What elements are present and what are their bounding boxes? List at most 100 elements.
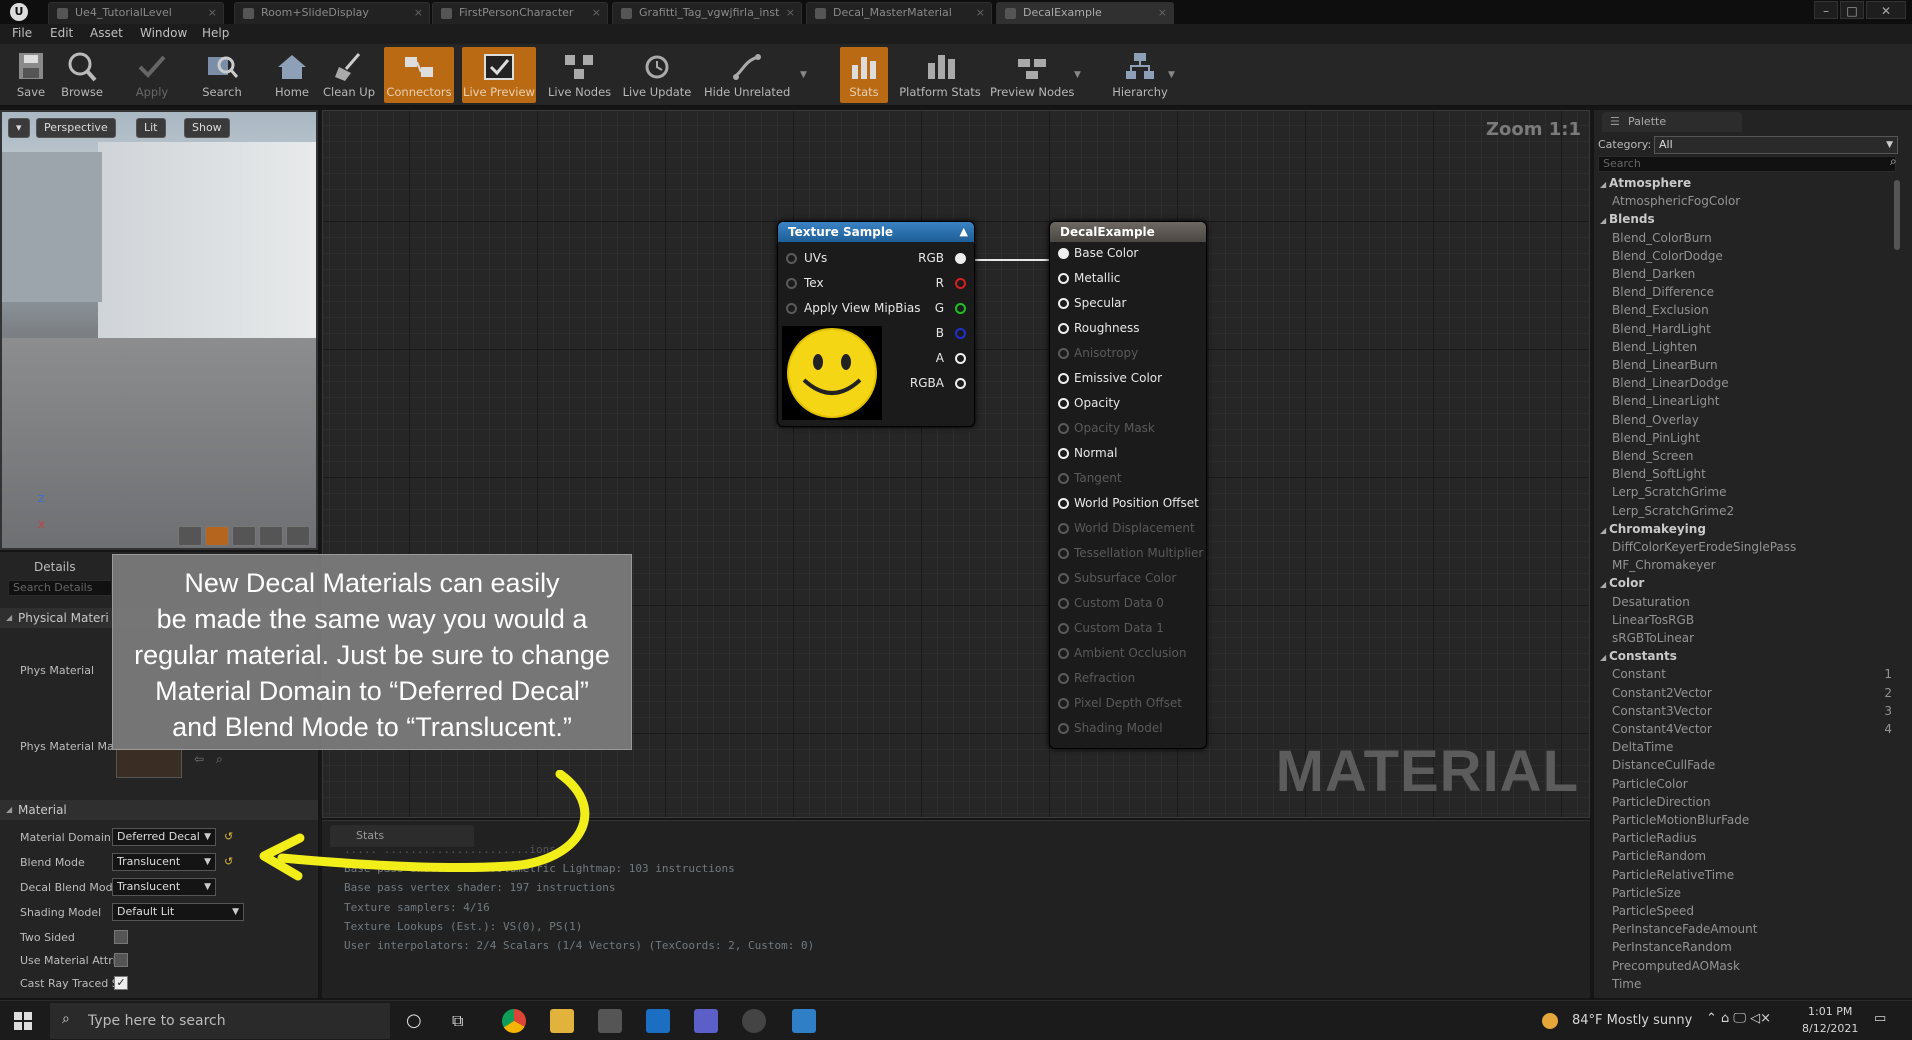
perspective-button[interactable]: Perspective: [36, 118, 116, 138]
cylinder-preview-button[interactable]: [178, 526, 202, 546]
weather-text[interactable]: 84°F Mostly sunny: [1572, 1013, 1692, 1028]
close-icon[interactable]: ×: [414, 3, 423, 23]
close-window-button[interactable]: ✕: [1866, 1, 1906, 19]
hierarchy-dropdown-arrow[interactable]: ▼: [1168, 70, 1175, 80]
result-input-pin[interactable]: [1058, 548, 1069, 559]
use-material-attributes-checkbox[interactable]: [114, 953, 128, 967]
tab-decalexample[interactable]: DecalExample ×: [996, 2, 1174, 24]
details-tab[interactable]: Details: [34, 560, 76, 574]
result-input-pin[interactable]: [1058, 473, 1069, 484]
live-preview-button[interactable]: Live Preview: [462, 47, 536, 103]
palette-item[interactable]: ParticleColor: [1612, 777, 1688, 791]
palette-item[interactable]: Blend_HardLight: [1612, 322, 1711, 336]
b-output-pin[interactable]: [955, 328, 966, 339]
reset-to-default-icon[interactable]: ↺: [224, 830, 233, 843]
result-input-pin[interactable]: [1058, 323, 1069, 334]
lit-button[interactable]: Lit: [136, 118, 166, 138]
palette-category[interactable]: Chromakeying: [1600, 522, 1706, 536]
palette-item[interactable]: Desaturation: [1612, 595, 1690, 609]
result-input-pin[interactable]: [1058, 598, 1069, 609]
tab-ue4-tutoriallevel[interactable]: Ue4_TutorialLevel ×: [48, 2, 224, 24]
taskbar-search-box[interactable]: ⌕ Type here to search: [50, 1003, 390, 1039]
teams-icon[interactable]: [694, 1009, 718, 1033]
palette-category[interactable]: Constants: [1600, 649, 1677, 663]
browse-search-icon[interactable]: ⌕: [216, 752, 223, 767]
collapse-icon[interactable]: ▲: [960, 222, 968, 242]
r-output-pin[interactable]: [955, 278, 966, 289]
unreal-engine-icon[interactable]: [742, 1009, 766, 1033]
result-input-pin[interactable]: [1058, 573, 1069, 584]
palette-item[interactable]: Blend_Lighten: [1612, 340, 1697, 354]
palette-category[interactable]: Color: [1600, 576, 1644, 590]
tab-grafitti-tag[interactable]: Grafitti_Tag_vgwjfirla_inst ×: [612, 2, 802, 24]
preview-nodes-button[interactable]: Preview Nodes: [990, 47, 1074, 103]
palette-search-input[interactable]: Search: [1598, 156, 1896, 172]
result-input-pin[interactable]: [1058, 498, 1069, 509]
chrome-icon[interactable]: [502, 1009, 526, 1033]
minimize-button[interactable]: –: [1814, 1, 1838, 19]
close-icon[interactable]: ×: [208, 3, 217, 23]
result-input-pin[interactable]: [1058, 673, 1069, 684]
palette-item[interactable]: Blend_LinearDodge: [1612, 376, 1729, 390]
palette-item[interactable]: Blend_Overlay: [1612, 413, 1699, 427]
cube-preview-button[interactable]: [259, 526, 283, 546]
mesh-preview-button[interactable]: [286, 526, 310, 546]
tab-decal-mastermaterial[interactable]: Decal_MasterMaterial ×: [806, 2, 992, 24]
palette-item[interactable]: Blend_Difference: [1612, 285, 1714, 299]
live-update-button[interactable]: Live Update: [622, 47, 692, 103]
reset-to-default-icon[interactable]: ↺: [224, 855, 233, 868]
palette-item[interactable]: Lerp_ScratchGrime: [1612, 485, 1726, 499]
palette-item[interactable]: ParticleRadius: [1612, 831, 1697, 845]
palette-item[interactable]: ParticleRelativeTime: [1612, 868, 1734, 882]
palette-item[interactable]: Blend_Darken: [1612, 267, 1695, 281]
result-input-pin[interactable]: [1058, 273, 1069, 284]
palette-tab[interactable]: ☰ Palette: [1602, 112, 1742, 132]
maximize-button[interactable]: □: [1840, 1, 1864, 19]
palette-item[interactable]: Blend_PinLight: [1612, 431, 1700, 445]
connectors-button[interactable]: Connectors: [384, 47, 454, 103]
result-input-pin[interactable]: [1058, 523, 1069, 534]
palette-item[interactable]: PerInstanceRandom: [1612, 940, 1732, 954]
result-input-pin[interactable]: [1058, 248, 1069, 259]
palette-item[interactable]: ParticleMotionBlurFade: [1612, 813, 1749, 827]
result-input-pin[interactable]: [1058, 623, 1069, 634]
menu-edit[interactable]: Edit: [50, 26, 73, 40]
palette-item[interactable]: Time: [1612, 977, 1641, 991]
palette-item[interactable]: Constant4Vector: [1612, 722, 1712, 736]
decalexample-result-node[interactable]: DecalExample Base Color Metallic Specular R…: [1049, 221, 1207, 749]
details-search-input[interactable]: Search Details: [8, 580, 112, 596]
palette-item[interactable]: DistanceCullFade: [1612, 758, 1715, 772]
clean-up-button[interactable]: Clean Up: [322, 47, 376, 103]
clock-time[interactable]: 1:01 PM: [1808, 1005, 1852, 1018]
palette-item[interactable]: Lerp_ScratchGrime2: [1612, 504, 1734, 518]
use-selected-arrow-icon[interactable]: ⇦: [194, 752, 204, 766]
palette-item[interactable]: LinearTosRGB: [1612, 613, 1694, 627]
task-view-icon[interactable]: ⧉: [452, 1011, 463, 1031]
category-dropdown[interactable]: All: [1654, 136, 1898, 154]
home-button[interactable]: Home: [270, 47, 314, 103]
palette-category[interactable]: Blends: [1600, 212, 1655, 226]
result-input-pin[interactable]: [1058, 698, 1069, 709]
result-input-pin[interactable]: [1058, 398, 1069, 409]
blend-mode-dropdown[interactable]: Translucent: [112, 853, 216, 871]
close-icon[interactable]: ×: [786, 3, 795, 23]
palette-item[interactable]: Blend_LinearLight: [1612, 394, 1719, 408]
palette-item[interactable]: MF_Chromakeyer: [1612, 558, 1716, 572]
show-button[interactable]: Show: [184, 118, 230, 138]
palette-item[interactable]: DiffColorKeyerErodeSinglePass: [1612, 540, 1796, 554]
node-header[interactable]: Texture Sample ▲: [778, 222, 974, 242]
close-icon[interactable]: ×: [1158, 3, 1167, 23]
result-input-pin[interactable]: [1058, 448, 1069, 459]
palette-item[interactable]: Constant: [1612, 667, 1666, 681]
palette-item[interactable]: Blend_LinearBurn: [1612, 358, 1718, 372]
tray-icons[interactable]: ⌃ ⌂ 🖵 ◁×: [1706, 1011, 1771, 1026]
palette-item[interactable]: ParticleDirection: [1612, 795, 1711, 809]
hide-unrelated-button[interactable]: Hide Unrelated: [704, 47, 790, 103]
palette-item[interactable]: Blend_ColorDodge: [1612, 249, 1723, 263]
node-header[interactable]: DecalExample: [1050, 222, 1206, 242]
viewport-options-button[interactable]: ▾: [8, 118, 30, 138]
toolbar-dropdown-arrow[interactable]: ▼: [800, 70, 807, 80]
app-icon[interactable]: [792, 1009, 816, 1033]
palette-item[interactable]: Blend_ColorBurn: [1612, 231, 1712, 245]
shading-model-dropdown[interactable]: Default Lit: [112, 903, 244, 921]
